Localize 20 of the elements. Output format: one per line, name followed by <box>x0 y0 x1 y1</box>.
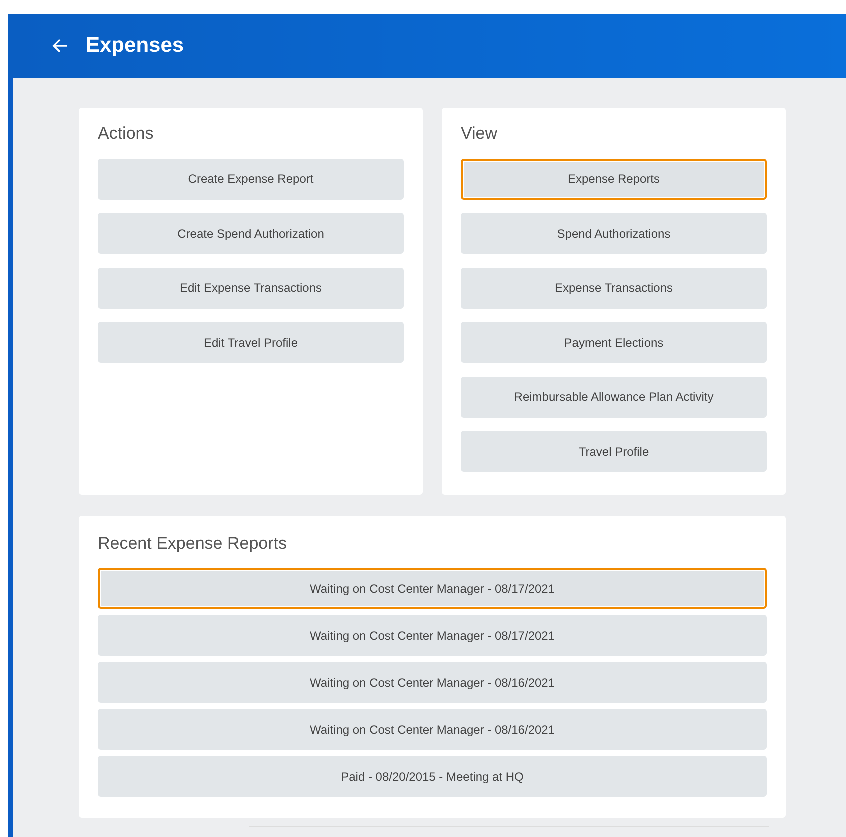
action-button[interactable]: Edit Travel Profile <box>98 322 404 363</box>
view-button[interactable]: Expense Transactions <box>461 268 767 308</box>
report-button[interactable]: Paid - 08/20/2015 - Meeting at HQ <box>98 756 767 797</box>
report-button[interactable]: Waiting on Cost Center Manager - 08/16/2021 <box>98 709 767 750</box>
back-arrow-icon[interactable] <box>52 38 68 54</box>
action-button[interactable]: Create Expense Report <box>98 158 404 200</box>
action-button[interactable]: Edit Expense Transactions <box>98 268 404 308</box>
view-button[interactable]: Spend Authorizations <box>461 213 767 254</box>
action-button[interactable]: Create Spend Authorization <box>98 213 404 254</box>
card-title: Recent Expense Reports <box>98 534 288 554</box>
view-button[interactable]: Reimbursable Allowance Plan Activity <box>461 376 767 418</box>
card-title: Actions <box>98 124 155 144</box>
report-button[interactable]: Waiting on Cost Center Manager - 08/17/2021 <box>98 568 767 609</box>
report-button[interactable]: Waiting on Cost Center Manager - 08/17/2021 <box>98 615 767 656</box>
card-title: View <box>461 124 499 144</box>
view-button[interactable]: Expense Reports <box>461 158 767 200</box>
page-title: Expenses <box>86 34 184 58</box>
view-button[interactable]: Payment Elections <box>461 322 767 363</box>
view-button[interactable]: Travel Profile <box>461 431 767 472</box>
report-button[interactable]: Waiting on Cost Center Manager - 08/16/2021 <box>98 662 767 703</box>
